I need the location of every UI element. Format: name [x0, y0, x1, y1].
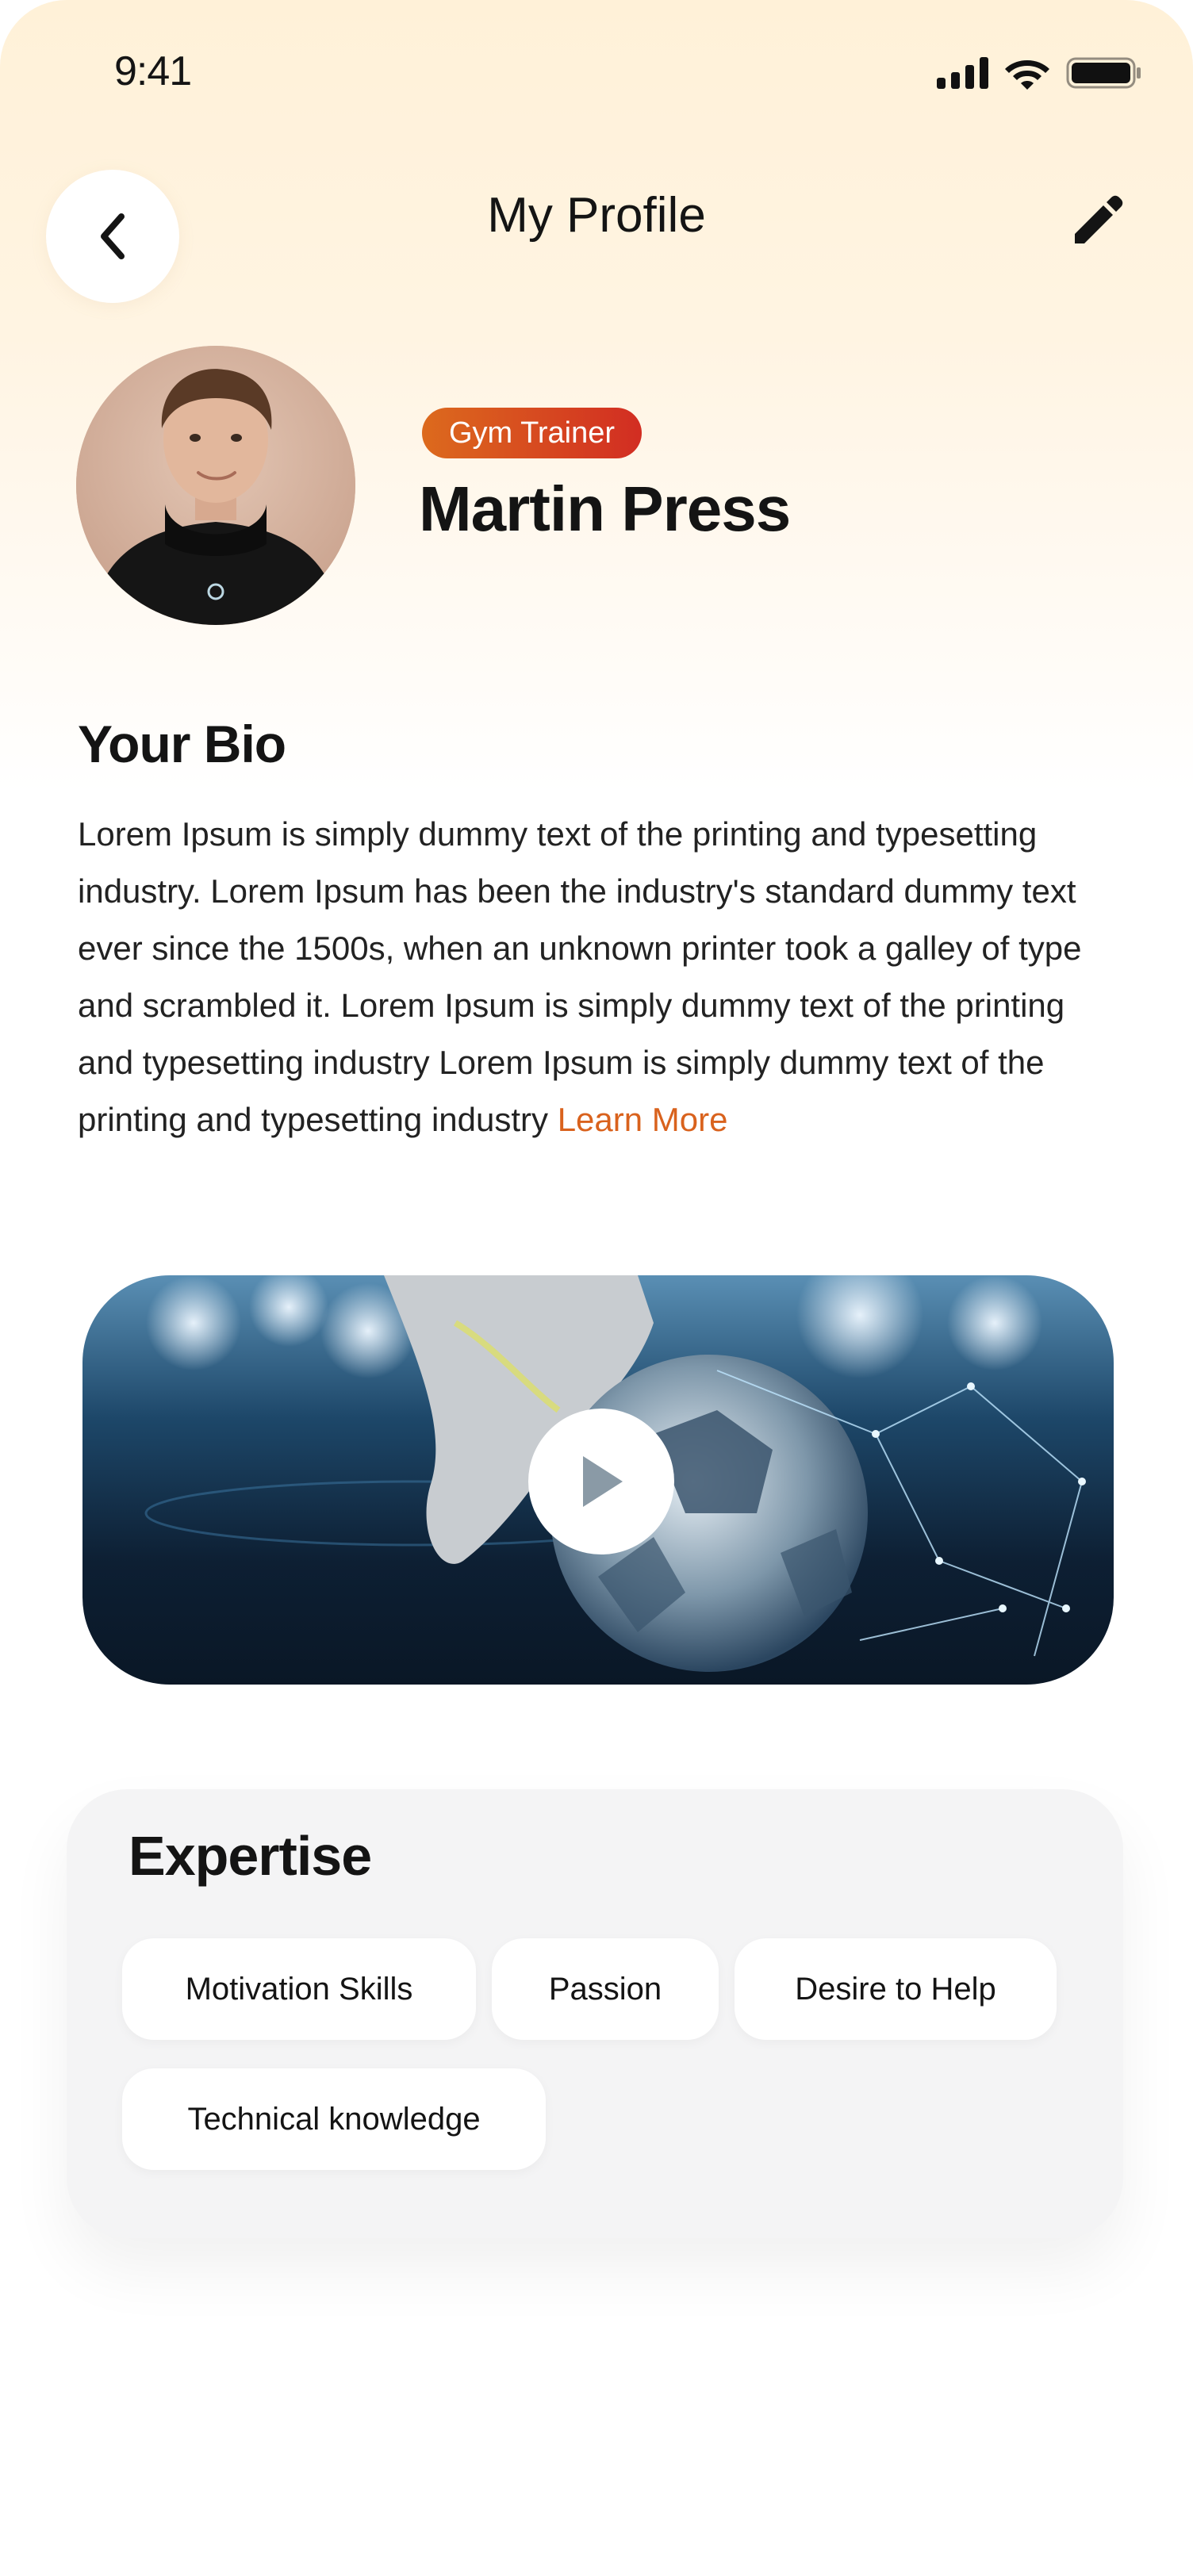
page-title: My Profile: [487, 188, 706, 243]
avatar: [76, 346, 355, 625]
expertise-chip[interactable]: Passion: [492, 1938, 719, 2040]
bio-body: Lorem Ipsum is simply dummy text of the …: [78, 815, 1082, 1138]
profile-screen: 9:41 My Profile Gym Trainer Martin Press…: [0, 0, 1193, 2576]
pencil-icon: [1075, 195, 1123, 243]
expertise-chip[interactable]: Motivation Skills: [122, 1938, 476, 2040]
expertise-chip[interactable]: Technical knowledge: [122, 2068, 546, 2170]
expertise-title: Expertise: [129, 1825, 372, 1887]
edit-profile-button[interactable]: [1061, 184, 1133, 255]
bio-title: Your Bio: [78, 715, 286, 773]
avatar-photo: [76, 346, 355, 625]
bio-text: Lorem Ipsum is simply dummy text of the …: [78, 806, 1125, 1148]
status-time: 9:41: [114, 48, 192, 94]
expertise-card: Expertise Motivation Skills Passion Desi…: [67, 1789, 1123, 2238]
learn-more-link[interactable]: Learn More: [558, 1101, 728, 1138]
cellular-signal-icon: [937, 57, 988, 89]
status-icons: [937, 56, 1142, 90]
video-thumbnail[interactable]: [82, 1275, 1114, 1685]
battery-icon: [1066, 57, 1141, 89]
play-icon: [583, 1456, 623, 1507]
wifi-icon: [1005, 60, 1049, 90]
profile-name: Martin Press: [419, 473, 791, 544]
role-badge: Gym Trainer: [422, 408, 643, 458]
expertise-chip[interactable]: Desire to Help: [735, 1938, 1057, 2040]
play-button[interactable]: [528, 1409, 674, 1554]
